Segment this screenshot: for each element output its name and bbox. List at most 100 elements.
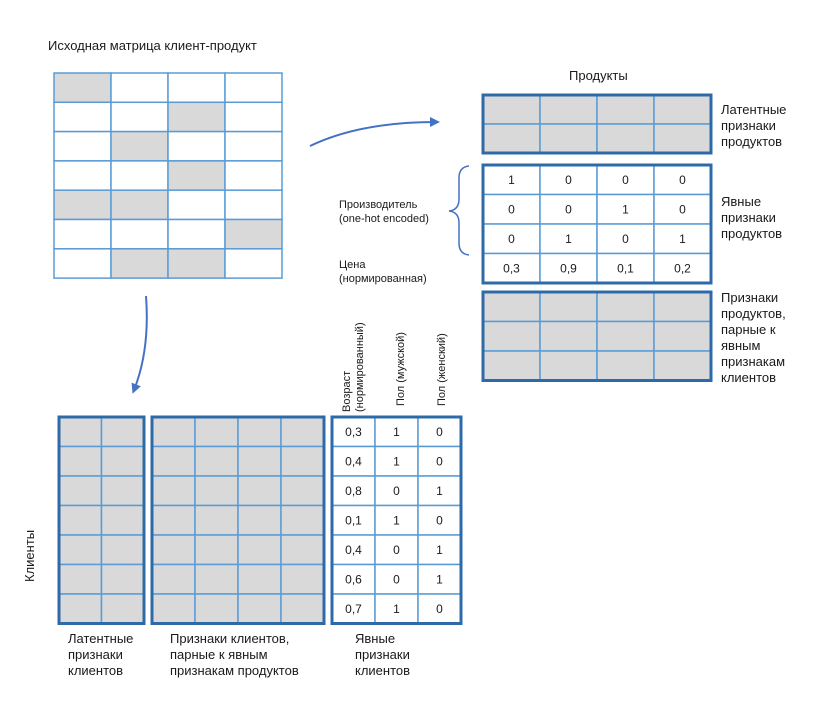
client-paired-matrix-cell <box>151 475 196 507</box>
product-explicit-matrix-value: 0 <box>565 202 572 216</box>
client-latent-matrix-cell <box>58 593 103 625</box>
client-paired-matrix-cell <box>280 593 325 625</box>
client-explicit-matrix-value: 0,1 <box>345 513 362 527</box>
client-paired-matrix-cell <box>237 445 282 477</box>
client-latent-matrix-cell <box>100 504 145 536</box>
product-paired-matrix-cell <box>596 350 655 382</box>
source-matrix-cell <box>110 130 169 162</box>
client-explicit-matrix-value: 0 <box>436 454 443 468</box>
product-explicit-matrix-value: 1 <box>565 232 572 246</box>
product-explicit-matrix-value: 1 <box>508 173 515 187</box>
product-latent-matrix-cell <box>539 123 598 154</box>
client-latent-matrix-cell <box>58 416 103 448</box>
source-matrix-cell <box>110 101 169 133</box>
client-paired-matrix-cell <box>280 504 325 536</box>
product-latent-matrix-cell <box>596 94 655 125</box>
client-latent-matrix-cell <box>58 475 103 507</box>
source-matrix-cell <box>53 248 112 279</box>
client-explicit-matrix-value: 0 <box>436 602 443 616</box>
product-paired-matrix-cell <box>596 291 655 323</box>
source-matrix <box>53 72 283 279</box>
gender-male-header: Пол (мужской) <box>395 332 407 406</box>
client-paired-matrix-cell <box>280 534 325 566</box>
price-label: Цена (нормированная) <box>339 259 427 285</box>
source-matrix-cell <box>167 130 226 162</box>
clients-axis-label: Клиенты <box>22 529 37 582</box>
client-latent-matrix-cell <box>100 416 145 448</box>
client-latent-matrix-cell <box>58 504 103 536</box>
product-paired-matrix-cell <box>596 320 655 352</box>
source-matrix-cell <box>167 72 226 104</box>
client-latent-matrix-cell <box>100 563 145 595</box>
client-paired-matrix-cell <box>151 563 196 595</box>
client-explicit-matrix-value: 0 <box>393 572 400 586</box>
product-explicit-label: Явные признаки продуктов <box>721 194 783 241</box>
client-explicit-matrix-value: 0 <box>436 425 443 439</box>
client-explicit-matrix-value: 1 <box>436 572 443 586</box>
client-paired-matrix-cell <box>237 475 282 507</box>
client-paired-label: Признаки клиентов, парные к явным призна… <box>170 631 299 678</box>
client-paired-matrix-cell <box>280 563 325 595</box>
product-latent-matrix-cell <box>653 123 712 154</box>
product-latent-matrix-cell <box>596 123 655 154</box>
client-paired-matrix-cell <box>237 534 282 566</box>
product-paired-matrix-cell <box>539 350 598 382</box>
product-latent-matrix-cell <box>539 94 598 125</box>
source-matrix-cell <box>224 160 283 191</box>
client-paired-matrix-cell <box>194 416 239 448</box>
client-explicit-matrix-value: 0 <box>393 484 400 498</box>
client-explicit-matrix-value: 1 <box>393 602 400 616</box>
product-paired-matrix <box>481 290 713 382</box>
source-matrix-cell <box>224 189 283 221</box>
source-matrix-cell <box>167 189 226 221</box>
client-latent-matrix <box>57 415 146 625</box>
client-paired-matrix-cell <box>194 534 239 566</box>
source-matrix-cell <box>167 218 226 250</box>
client-paired-matrix-cell <box>237 563 282 595</box>
client-latent-matrix-cell <box>58 445 103 477</box>
client-explicit-matrix-value: 1 <box>436 543 443 557</box>
client-latent-matrix-cell <box>58 534 103 566</box>
client-paired-matrix-cell <box>237 593 282 625</box>
client-paired-matrix-cell <box>151 416 196 448</box>
client-paired-matrix-cell <box>151 504 196 536</box>
product-paired-matrix-cell <box>653 291 712 323</box>
product-paired-matrix-cell <box>653 320 712 352</box>
client-paired-matrix-cell <box>237 416 282 448</box>
product-explicit-matrix-value: 0,1 <box>617 261 634 275</box>
client-explicit-matrix-value: 0,8 <box>345 484 362 498</box>
client-explicit-matrix-value: 0,3 <box>345 425 362 439</box>
source-matrix-cell <box>53 72 112 104</box>
manufacturer-brace <box>448 165 470 256</box>
product-explicit-matrix-value: 1 <box>622 202 629 216</box>
manufacturer-label: Производитель (one-hot encoded) <box>339 199 429 225</box>
source-matrix-cell <box>224 101 283 133</box>
client-explicit-matrix-value: 1 <box>393 513 400 527</box>
arrow-to-clients <box>131 295 148 394</box>
products-title: Продукты <box>569 68 628 83</box>
source-matrix-cell <box>53 160 112 191</box>
client-explicit-matrix-value: 0,4 <box>345 454 362 468</box>
client-explicit-matrix-value: 0 <box>393 543 400 557</box>
client-paired-matrix-cell <box>194 445 239 477</box>
client-paired-matrix-cell <box>194 593 239 625</box>
product-paired-label: Признаки продуктов, парные к явным призн… <box>721 290 786 385</box>
product-explicit-matrix-value: 0 <box>679 173 686 187</box>
client-paired-matrix-cell <box>151 534 196 566</box>
product-explicit-matrix: 1 0 0 0 0 0 1 0 0 1 0 1 0,3 0,9 0,1 0,2 <box>481 163 713 285</box>
product-explicit-matrix-value: 0,2 <box>674 261 691 275</box>
client-explicit-matrix-value: 0,6 <box>345 572 362 586</box>
product-paired-matrix-cell <box>482 291 541 323</box>
client-latent-matrix-cell <box>58 563 103 595</box>
diagram-canvas: 1 0 0 00 0 1 00 1 0 10,3 0,9 0,1 0,20,3 1 00,4 1 00,8 0 10… <box>53 72 713 625</box>
product-explicit-matrix-value: 0 <box>679 202 686 216</box>
client-paired-matrix-cell <box>194 563 239 595</box>
product-paired-matrix-cell <box>539 320 598 352</box>
source-matrix-cell <box>53 218 112 250</box>
product-paired-matrix-cell <box>482 320 541 352</box>
product-explicit-matrix-value: 0 <box>508 232 515 246</box>
product-explicit-matrix-value: 0 <box>622 173 629 187</box>
source-matrix-title: Исходная матрица клиент-продукт <box>48 38 257 53</box>
client-latent-matrix-cell <box>100 445 145 477</box>
source-matrix-cell <box>167 248 226 279</box>
